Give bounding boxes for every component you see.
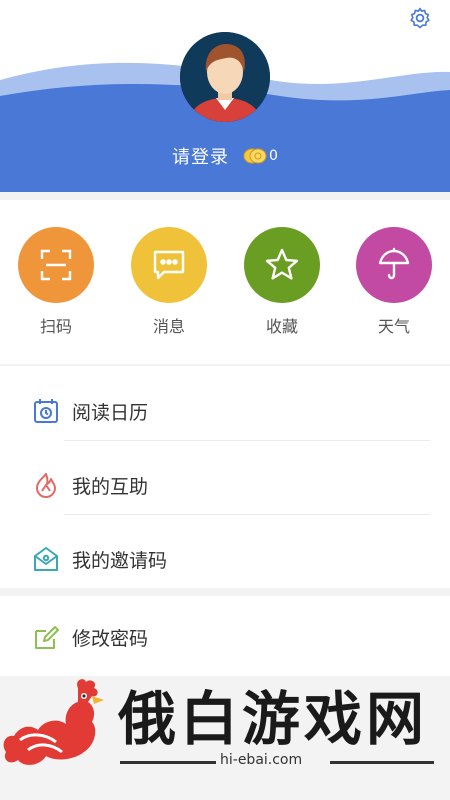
- divider: [64, 514, 430, 515]
- watermark-site-name: 俄白游戏网: [118, 685, 429, 753]
- rooster-logo: [3, 679, 104, 765]
- divider: [64, 440, 430, 441]
- quick-action-message[interactable]: 消息: [131, 227, 207, 337]
- quick-action-scan[interactable]: 扫码: [18, 227, 94, 337]
- site-watermark: 俄白游戏网 hi-ebai.com: [0, 660, 450, 800]
- coin-count: 0: [269, 148, 278, 164]
- calendar-icon: [32, 397, 60, 425]
- user-avatar[interactable]: [180, 32, 270, 122]
- profile-header: 请登录 0: [0, 0, 450, 192]
- umbrella-icon[interactable]: [356, 227, 432, 303]
- watermark-rule-left: [120, 761, 216, 764]
- flame-icon: [32, 471, 60, 499]
- menu-item-label: 我的互助: [72, 475, 149, 498]
- edit-password-icon: [32, 623, 60, 651]
- login-link[interactable]: 请登录: [172, 143, 229, 169]
- menu-item-label: 修改密码: [72, 627, 149, 650]
- quick-action-label: 天气: [377, 317, 410, 336]
- menu-item-label: 我的邀请码: [72, 549, 168, 572]
- coin-icon: [243, 147, 267, 165]
- menu-item-reading-calendar[interactable]: 阅读日历: [0, 374, 450, 448]
- star-icon[interactable]: [244, 227, 320, 303]
- invite-envelope-icon: [32, 545, 60, 573]
- quick-action-label: 扫码: [39, 317, 72, 336]
- quick-action-label: 收藏: [265, 317, 298, 336]
- login-row[interactable]: 请登录 0: [0, 143, 450, 169]
- scan-icon[interactable]: [18, 227, 94, 303]
- quick-action-favorite[interactable]: 收藏: [244, 227, 320, 337]
- menu-item-invite-code[interactable]: 我的邀请码: [0, 522, 450, 596]
- quick-actions-panel: 扫码 消息 收藏 天气: [0, 200, 450, 364]
- settings-gear-icon[interactable]: [408, 6, 432, 30]
- menu-item-label: 阅读日历: [72, 401, 149, 424]
- quick-action-label: 消息: [152, 317, 185, 336]
- menu-item-mutual-help[interactable]: 我的互助: [0, 448, 450, 522]
- watermark-url: hi-ebai.com: [220, 752, 303, 768]
- quick-action-weather[interactable]: 天气: [356, 227, 432, 337]
- watermark-rule-right: [330, 761, 434, 764]
- menu-list: 阅读日历 我的互助 我的邀请码: [0, 366, 450, 588]
- message-icon[interactable]: [131, 227, 207, 303]
